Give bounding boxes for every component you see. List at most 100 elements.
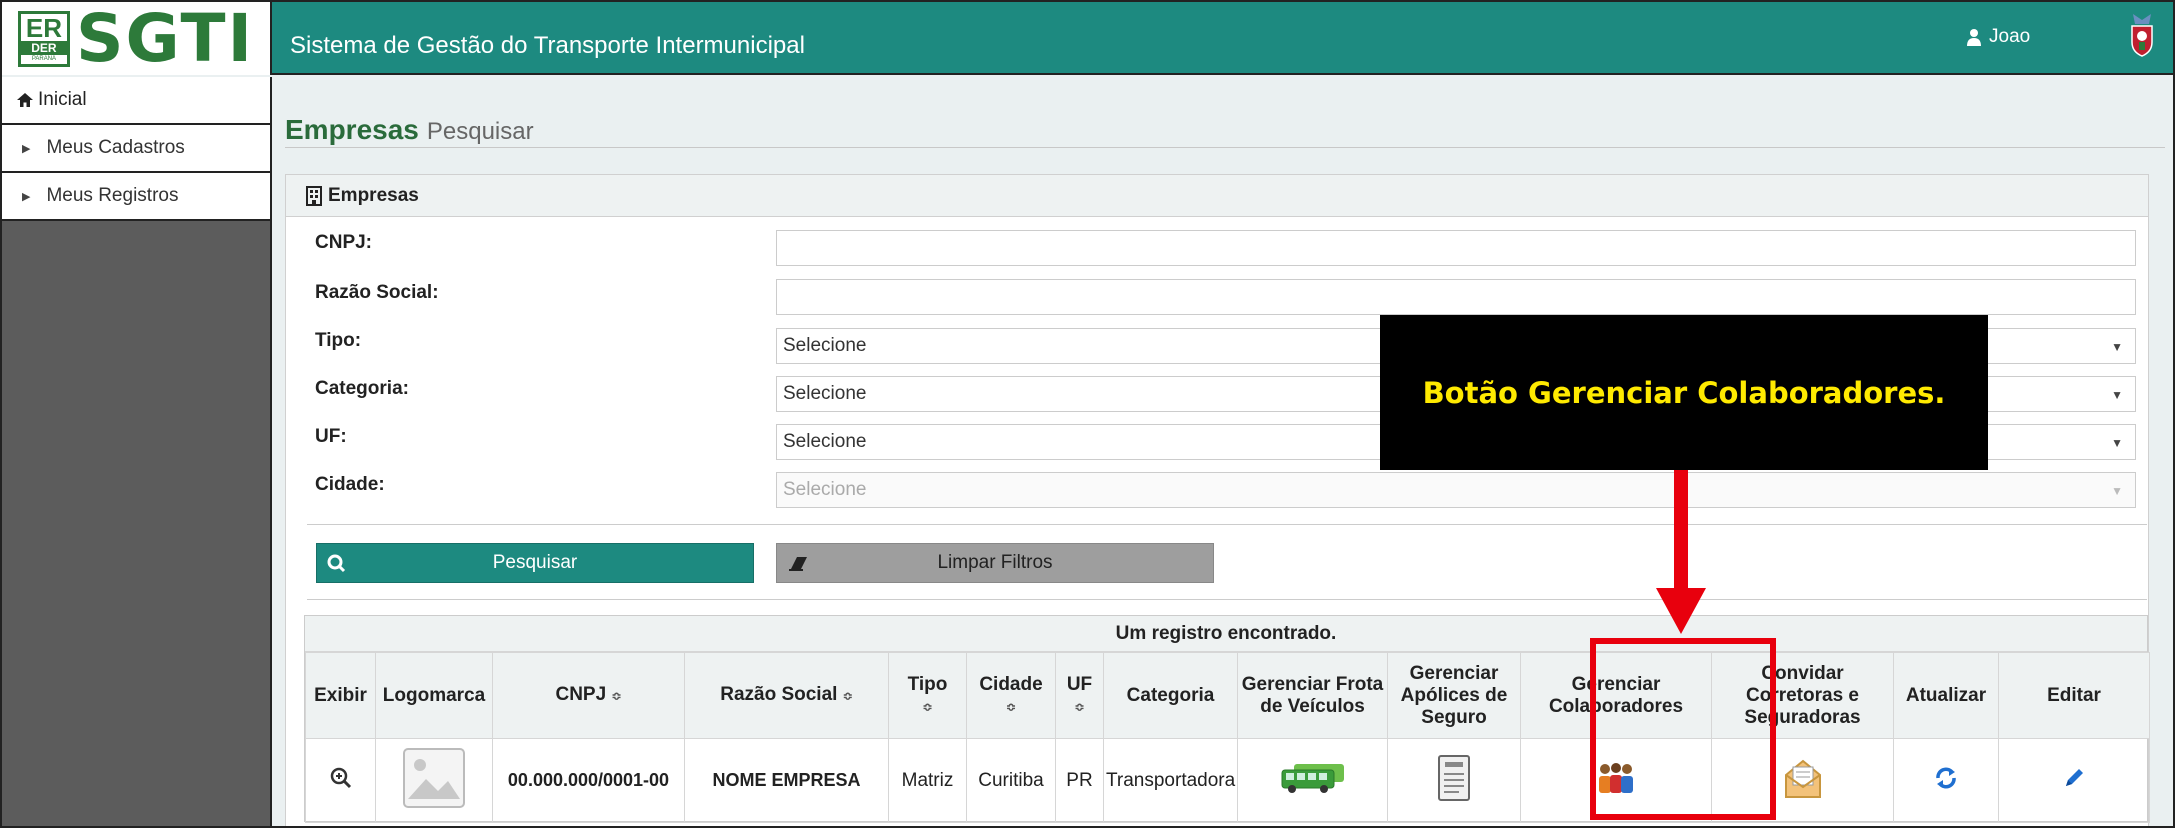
- annotation-arrow-shaft: [1674, 470, 1688, 590]
- cidade-select-value: Selecione: [783, 479, 867, 500]
- user-name: Joao: [1989, 26, 2031, 47]
- search-icon: [327, 554, 346, 573]
- table-header-row: Exibir Logomarca CNPJ ≎ Razão Social ≎ T…: [305, 652, 2150, 739]
- app-window: ER DER PARANÁ SGTI Sistema de Gestão do …: [0, 0, 2175, 828]
- clear-filters-button[interactable]: Limpar Filtros: [776, 543, 1214, 583]
- app-logo[interactable]: ER DER PARANÁ SGTI: [2, 0, 272, 77]
- col-gerenciar-frota: Gerenciar Frota de Veículos: [1237, 652, 1388, 739]
- cell-tipo: Matriz: [888, 738, 967, 823]
- zoom-in-icon[interactable]: [330, 767, 352, 789]
- col-tipo[interactable]: Tipo ≎: [888, 652, 967, 739]
- cell-gerenciar-apolices: [1387, 738, 1521, 823]
- razao-social-input[interactable]: [776, 279, 2136, 315]
- caret-down-icon: ▼: [2111, 388, 2123, 402]
- invitation-envelope-icon[interactable]: [1784, 757, 1822, 799]
- sidebar-item-label: Meus Registros: [46, 185, 179, 206]
- document-icon[interactable]: [1437, 754, 1471, 802]
- col-editar: Editar: [1998, 652, 2150, 739]
- tipo-label: Tipo:: [315, 330, 362, 351]
- emblem-middle: DER: [20, 40, 67, 55]
- home-icon: [17, 93, 33, 107]
- col-categoria: Categoria: [1103, 652, 1238, 739]
- cell-cnpj: 00.000.000/0001-00: [492, 738, 685, 823]
- results-count: Um registro encontrado.: [305, 616, 2147, 652]
- col-cidade-label: Cidade: [979, 673, 1043, 695]
- cell-gerenciar-frota: [1237, 738, 1388, 823]
- sidebar-item-label: Inicial: [38, 89, 87, 110]
- sort-icon: ≎: [842, 689, 853, 703]
- page-title: Empresas Pesquisar: [285, 114, 534, 146]
- state-crest-icon: [2131, 14, 2153, 57]
- cnpj-label: CNPJ:: [315, 232, 373, 253]
- caret-down-icon: ▼: [2111, 340, 2123, 354]
- col-cidade[interactable]: Cidade ≎: [966, 652, 1056, 739]
- heading-divider: [285, 147, 2165, 148]
- categoria-select-value: Selecione: [783, 383, 867, 404]
- cidade-select[interactable]: Selecione ▼: [776, 472, 2136, 508]
- sidebar-item-meus-cadastros[interactable]: ▶ Meus Cadastros: [2, 125, 270, 173]
- results-table: Um registro encontrado. Exibir Logomarca…: [304, 615, 2150, 823]
- sidebar-item-label: Meus Cadastros: [46, 137, 185, 158]
- col-tipo-label: Tipo: [907, 673, 948, 695]
- sort-icon: ≎: [1005, 699, 1017, 714]
- refresh-icon[interactable]: [1934, 766, 1958, 790]
- cell-logomarca: [375, 738, 493, 823]
- form-divider: [307, 524, 2147, 525]
- uf-select-value: Selecione: [783, 431, 867, 452]
- razao-social-label: Razão Social:: [315, 282, 439, 303]
- emblem-top: ER: [25, 12, 62, 43]
- image-placeholder-icon: [403, 747, 465, 808]
- top-bar: ER DER PARANÁ SGTI Sistema de Gestão do …: [2, 0, 2173, 77]
- table-row: 00.000.000/0001-00 NOME EMPRESA Matriz C…: [305, 738, 2150, 823]
- cell-cidade: Curitiba: [966, 738, 1056, 823]
- emblem-bottom: PARANÁ: [31, 55, 57, 62]
- col-gerenciar-apolices: Gerenciar Apólices de Seguro: [1387, 652, 1521, 739]
- col-exibir: Exibir: [305, 652, 376, 739]
- building-icon: [306, 185, 322, 206]
- chevron-right-icon: ▶: [22, 190, 31, 203]
- clear-filters-label: Limpar Filtros: [937, 552, 1053, 573]
- search-button-label: Pesquisar: [492, 552, 578, 573]
- cnpj-input[interactable]: [776, 230, 2136, 266]
- col-atualizar: Atualizar: [1893, 652, 1999, 739]
- annotation-highlight-box: [1590, 638, 1776, 820]
- sort-icon: ≎: [1074, 699, 1085, 714]
- der-emblem: ER DER PARANÁ: [17, 10, 70, 67]
- col-uf[interactable]: UF ≎: [1055, 652, 1104, 739]
- user-menu[interactable]: Joao: [1967, 26, 2030, 48]
- logo-text: SGTI: [75, 0, 255, 77]
- results-divider: [307, 599, 2147, 600]
- cell-editar: [1998, 738, 2150, 823]
- user-icon: [1967, 29, 1981, 46]
- col-razao-label: Razão Social: [720, 684, 838, 705]
- cell-uf: PR: [1055, 738, 1104, 823]
- pencil-edit-icon[interactable]: [2062, 766, 2086, 790]
- cell-exibir: [305, 738, 376, 823]
- uf-label: UF:: [315, 426, 347, 447]
- chevron-right-icon: ▶: [22, 142, 31, 155]
- col-razao-social[interactable]: Razão Social ≎: [684, 652, 889, 739]
- panel-header: Empresas: [286, 175, 2148, 217]
- sort-icon: ≎: [611, 689, 622, 703]
- sidebar-item-meus-registros[interactable]: ▶ Meus Registros: [2, 173, 270, 221]
- sidebar: Inicial ▶ Meus Cadastros ▶ Meus Registro…: [2, 77, 272, 826]
- cell-razao-social: NOME EMPRESA: [684, 738, 889, 823]
- sort-icon: ≎: [922, 699, 933, 714]
- col-cnpj[interactable]: CNPJ ≎: [492, 652, 685, 739]
- col-cnpj-label: CNPJ: [555, 684, 607, 705]
- app-title: Sistema de Gestão do Transporte Intermun…: [290, 32, 805, 59]
- bus-fleet-icon[interactable]: [1280, 762, 1346, 794]
- cell-atualizar: [1893, 738, 1999, 823]
- page-title-main: Empresas: [285, 114, 419, 145]
- search-button[interactable]: Pesquisar: [316, 543, 754, 583]
- cell-categoria: Transportadora: [1103, 738, 1238, 823]
- tipo-select-value: Selecione: [783, 335, 867, 356]
- eraser-icon: [789, 557, 807, 571]
- col-logomarca: Logomarca: [375, 652, 493, 739]
- caret-down-icon: ▼: [2111, 484, 2123, 498]
- panel-title: Empresas: [328, 184, 419, 206]
- categoria-label: Categoria:: [315, 378, 409, 399]
- annotation-callout: Botão Gerenciar Colaboradores.: [1380, 315, 1988, 470]
- col-uf-label: UF: [1066, 673, 1093, 695]
- sidebar-item-inicial[interactable]: Inicial: [2, 77, 270, 125]
